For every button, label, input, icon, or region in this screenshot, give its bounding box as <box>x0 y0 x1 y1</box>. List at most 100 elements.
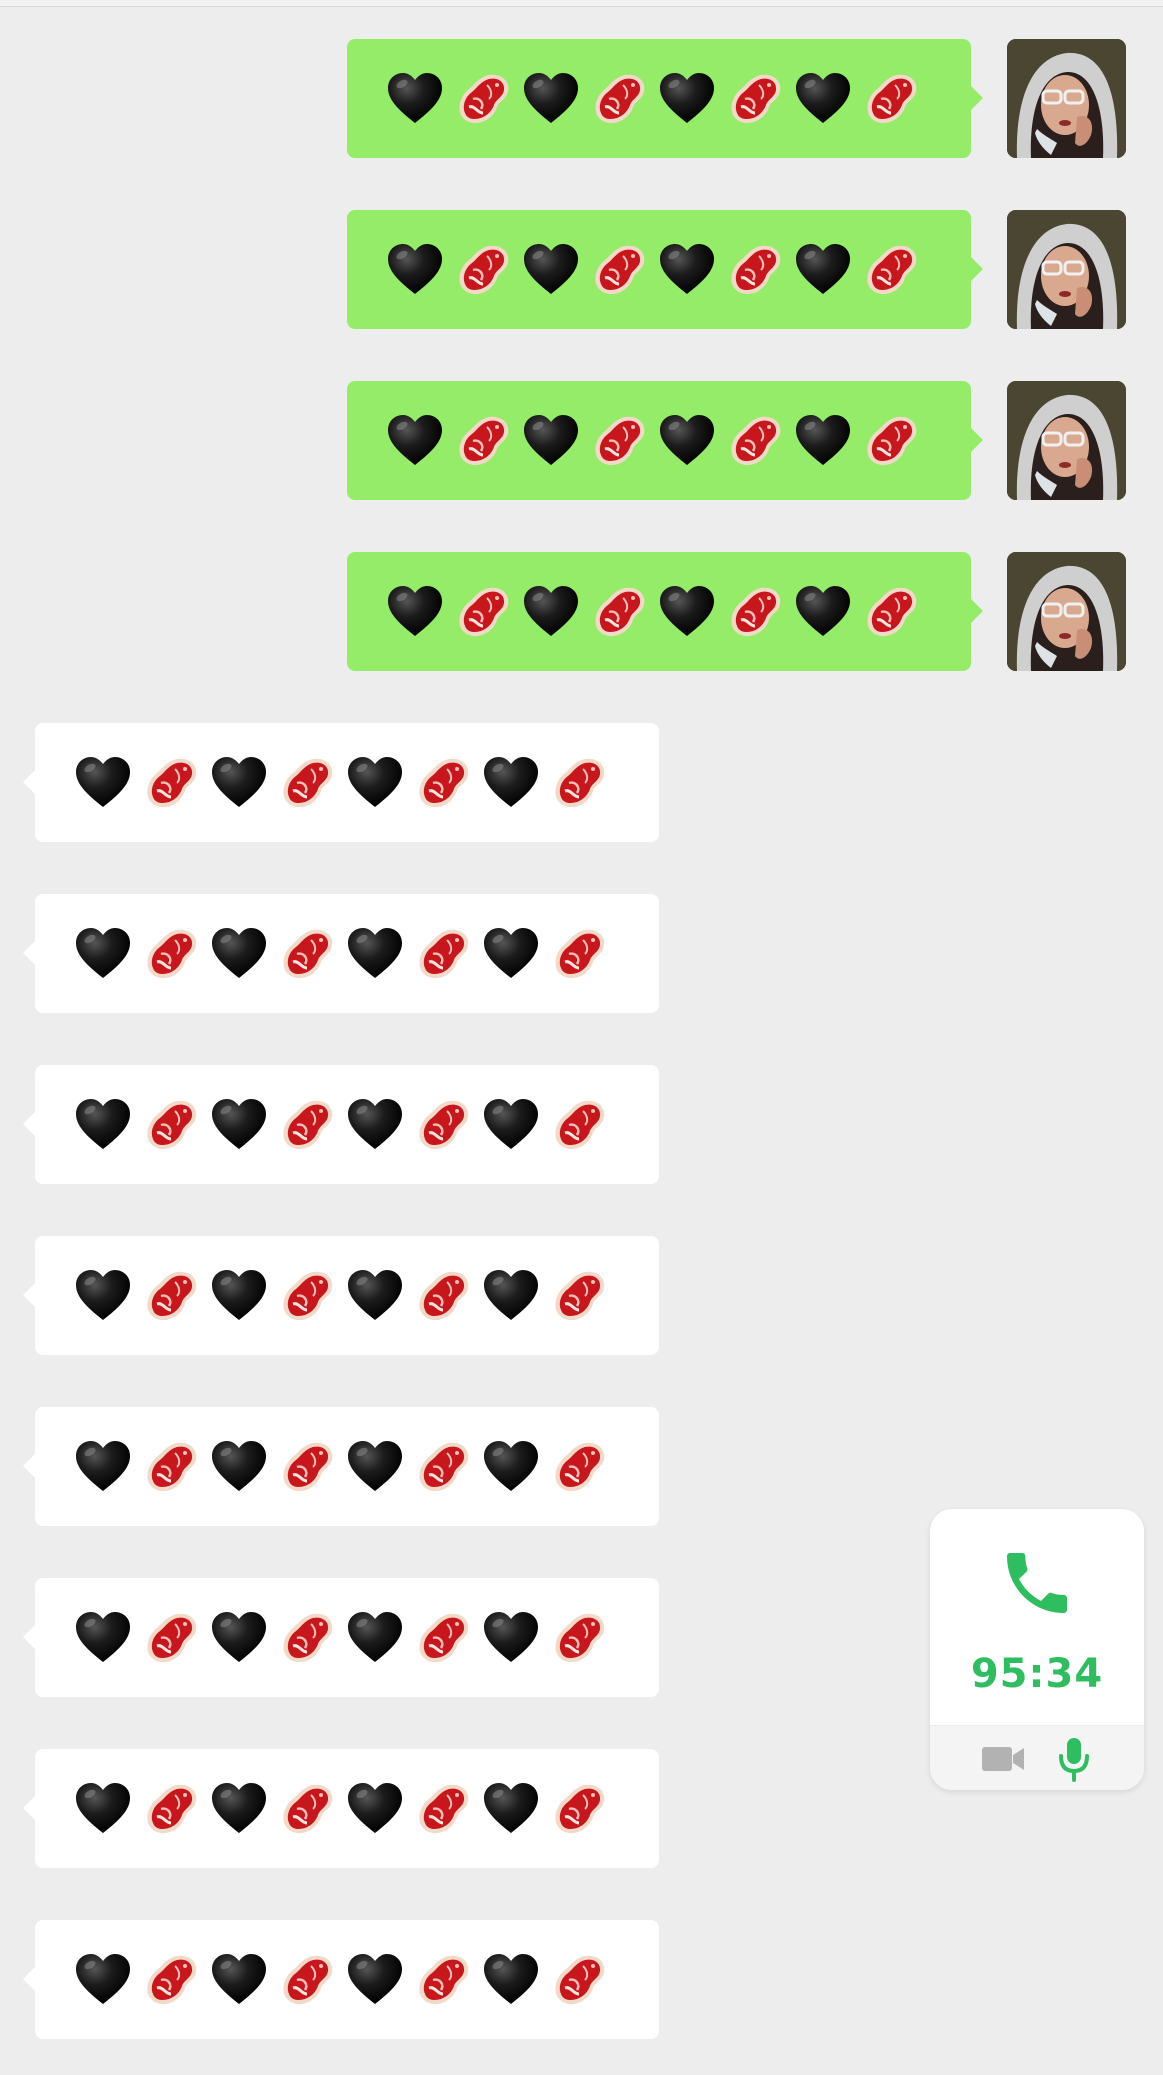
outgoing-message-bubble[interactable] <box>347 552 983 671</box>
user-avatar[interactable] <box>1007 552 1126 671</box>
cut-of-meat-emoji <box>731 587 781 636</box>
emoji-sequence <box>73 1608 609 1668</box>
black-heart-emoji <box>524 585 578 636</box>
black-heart-emoji <box>524 72 578 123</box>
cut-of-meat-emoji <box>147 1613 197 1662</box>
incoming-message-bubble[interactable] <box>23 894 659 1013</box>
cut-of-meat-emoji <box>555 929 605 978</box>
incoming-message-bubble[interactable] <box>23 1065 659 1184</box>
video-camera-icon[interactable] <box>980 1742 1026 1776</box>
cut-of-meat-emoji <box>555 1784 605 1833</box>
emoji-sequence <box>385 411 921 471</box>
cut-of-meat-emoji <box>283 758 333 807</box>
black-heart-emoji <box>212 927 266 978</box>
black-heart-emoji <box>212 1440 266 1491</box>
cut-of-meat-emoji <box>419 758 469 807</box>
cut-of-meat-emoji <box>555 1955 605 2004</box>
black-heart-emoji <box>796 414 850 465</box>
incoming-message-bubble[interactable] <box>23 1407 659 1526</box>
user-avatar[interactable] <box>1007 210 1126 329</box>
emoji-sequence <box>385 240 921 300</box>
cut-of-meat-emoji <box>731 416 781 465</box>
black-heart-emoji <box>348 927 402 978</box>
emoji-sequence <box>73 1095 609 1155</box>
user-avatar[interactable] <box>1007 39 1126 158</box>
black-heart-emoji <box>76 927 130 978</box>
black-heart-emoji <box>524 243 578 294</box>
cut-of-meat-emoji <box>555 1100 605 1149</box>
cut-of-meat-emoji <box>555 758 605 807</box>
cut-of-meat-emoji <box>555 1271 605 1320</box>
cut-of-meat-emoji <box>731 245 781 294</box>
cut-of-meat-emoji <box>419 1955 469 2004</box>
cut-of-meat-emoji <box>283 1442 333 1491</box>
black-heart-emoji <box>76 1611 130 1662</box>
cut-of-meat-emoji <box>283 1100 333 1149</box>
phone-icon <box>1007 1553 1067 1613</box>
black-heart-emoji <box>348 1782 402 1833</box>
user-avatar[interactable] <box>1007 381 1126 500</box>
black-heart-emoji <box>76 1440 130 1491</box>
cut-of-meat-emoji <box>147 758 197 807</box>
black-heart-emoji <box>348 1098 402 1149</box>
black-heart-emoji <box>348 1269 402 1320</box>
outgoing-message-bubble[interactable] <box>347 39 983 158</box>
outgoing-message-bubble[interactable] <box>347 381 983 500</box>
avatar-image <box>1007 381 1126 500</box>
call-controls <box>930 1725 1144 1790</box>
call-floating-window[interactable]: 95:34 <box>930 1509 1144 1790</box>
incoming-message-bubble[interactable] <box>23 1578 659 1697</box>
black-heart-emoji <box>348 1440 402 1491</box>
outgoing-message-bubble[interactable] <box>347 210 983 329</box>
black-heart-emoji <box>484 1269 538 1320</box>
black-heart-emoji <box>524 414 578 465</box>
black-heart-emoji <box>660 72 714 123</box>
avatar-image <box>1007 210 1126 329</box>
black-heart-emoji <box>484 1953 538 2004</box>
black-heart-emoji <box>388 585 442 636</box>
black-heart-emoji <box>796 585 850 636</box>
emoji-sequence <box>73 1266 609 1326</box>
black-heart-emoji <box>212 1782 266 1833</box>
black-heart-emoji <box>76 1269 130 1320</box>
emoji-sequence <box>385 582 921 642</box>
black-heart-emoji <box>76 1098 130 1149</box>
cut-of-meat-emoji <box>867 245 917 294</box>
emoji-sequence <box>73 924 609 984</box>
cut-of-meat-emoji <box>459 245 509 294</box>
black-heart-emoji <box>484 756 538 807</box>
cut-of-meat-emoji <box>459 587 509 636</box>
emoji-sequence <box>73 1950 609 2010</box>
cut-of-meat-emoji <box>147 929 197 978</box>
cut-of-meat-emoji <box>867 416 917 465</box>
black-heart-emoji <box>76 1782 130 1833</box>
top-divider <box>0 0 1163 7</box>
incoming-message-bubble[interactable] <box>23 1920 659 2039</box>
cut-of-meat-emoji <box>283 929 333 978</box>
incoming-message-bubble[interactable] <box>23 1749 659 1868</box>
black-heart-emoji <box>348 756 402 807</box>
black-heart-emoji <box>484 1611 538 1662</box>
cut-of-meat-emoji <box>459 416 509 465</box>
cut-of-meat-emoji <box>459 74 509 123</box>
black-heart-emoji <box>212 1269 266 1320</box>
cut-of-meat-emoji <box>419 1100 469 1149</box>
cut-of-meat-emoji <box>147 1955 197 2004</box>
cut-of-meat-emoji <box>419 1271 469 1320</box>
chat-window: 95:34 <box>0 0 1163 2075</box>
cut-of-meat-emoji <box>147 1784 197 1833</box>
cut-of-meat-emoji <box>595 245 645 294</box>
cut-of-meat-emoji <box>555 1442 605 1491</box>
cut-of-meat-emoji <box>419 1442 469 1491</box>
emoji-sequence <box>73 753 609 813</box>
black-heart-emoji <box>348 1953 402 2004</box>
emoji-sequence <box>385 69 921 129</box>
black-heart-emoji <box>484 927 538 978</box>
microphone-icon[interactable] <box>1056 1736 1092 1782</box>
cut-of-meat-emoji <box>283 1784 333 1833</box>
incoming-message-bubble[interactable] <box>23 723 659 842</box>
avatar-image <box>1007 552 1126 671</box>
cut-of-meat-emoji <box>595 74 645 123</box>
emoji-sequence <box>73 1437 609 1497</box>
incoming-message-bubble[interactable] <box>23 1236 659 1355</box>
